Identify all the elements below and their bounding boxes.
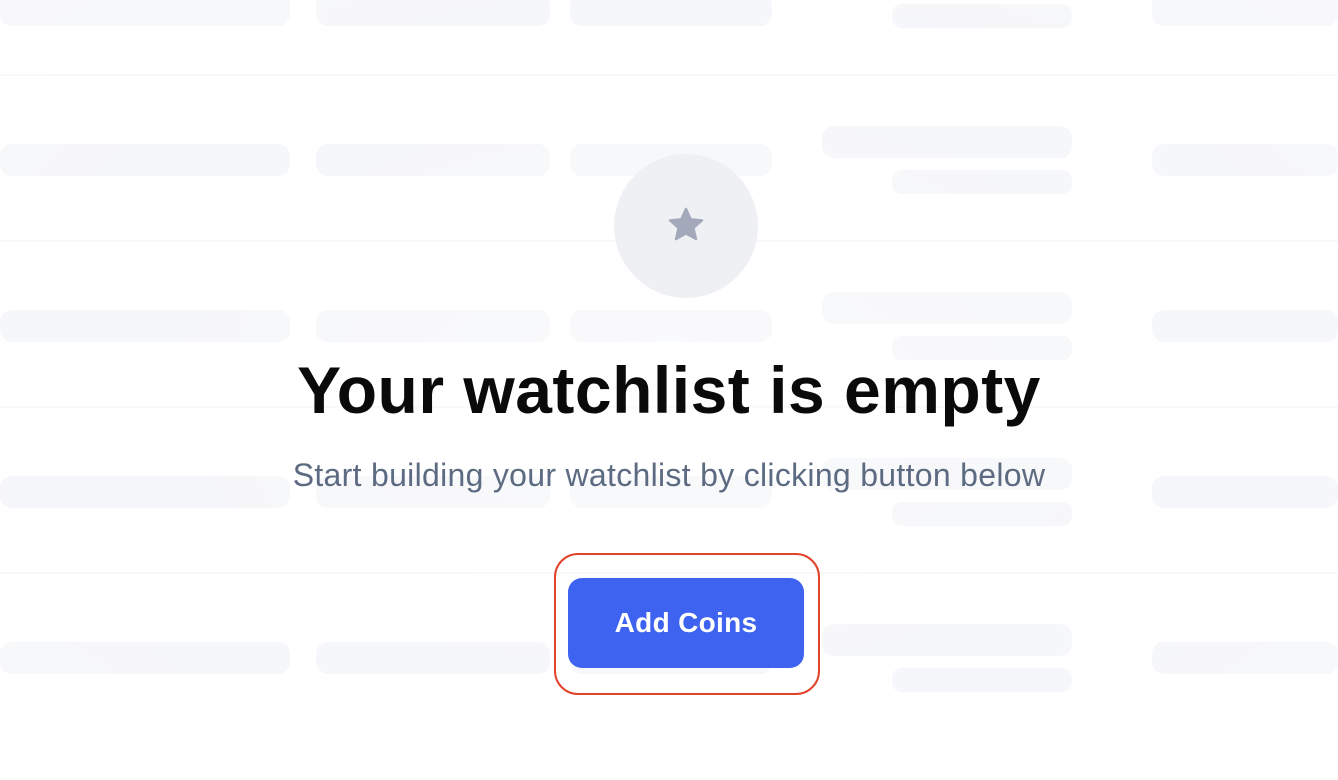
skeleton-row bbox=[0, 0, 1338, 76]
empty-state-subtitle: Start building your watchlist by clickin… bbox=[292, 457, 1046, 493]
skeleton-bar bbox=[892, 668, 1072, 692]
empty-state-title: Your watchlist is empty bbox=[297, 353, 1041, 427]
star-icon bbox=[668, 207, 704, 241]
skeleton-bar bbox=[822, 126, 1072, 158]
skeleton-bar bbox=[0, 0, 290, 26]
skeleton-bar bbox=[822, 292, 1072, 324]
skeleton-bar bbox=[316, 310, 550, 342]
skeleton-bar bbox=[892, 502, 1072, 526]
skeleton-bar bbox=[1152, 310, 1338, 342]
add-coins-button[interactable]: Add Coins bbox=[568, 578, 804, 668]
skeleton-bar bbox=[892, 4, 1072, 28]
skeleton-bar bbox=[316, 0, 550, 26]
skeleton-bar bbox=[316, 642, 550, 674]
skeleton-bar bbox=[892, 170, 1072, 194]
skeleton-bar bbox=[0, 144, 290, 176]
skeleton-bar bbox=[822, 624, 1072, 656]
skeleton-divider bbox=[0, 74, 1338, 76]
skeleton-bar bbox=[1152, 0, 1338, 26]
skeleton-bar bbox=[1152, 144, 1338, 176]
skeleton-bar bbox=[570, 310, 772, 342]
skeleton-bar bbox=[570, 0, 772, 26]
skeleton-bar bbox=[1152, 642, 1338, 674]
skeleton-bar bbox=[0, 642, 290, 674]
empty-state-icon-badge bbox=[614, 154, 758, 298]
skeleton-bar bbox=[316, 144, 550, 176]
skeleton-bar bbox=[0, 310, 290, 342]
